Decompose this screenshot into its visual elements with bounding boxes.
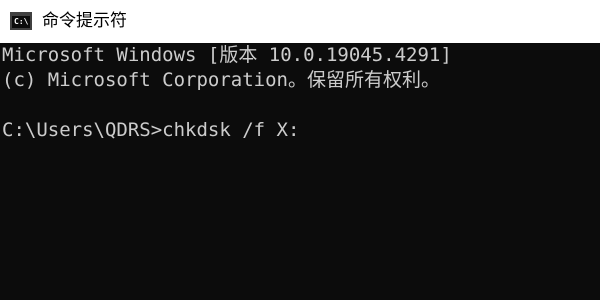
console-line-copyright: (c) Microsoft Corporation。保留所有权利。 bbox=[2, 69, 440, 91]
console-line-version: Microsoft Windows [版本 10.0.19045.4291] bbox=[2, 44, 452, 66]
console-output[interactable]: Microsoft Windows [版本 10.0.19045.4291] (… bbox=[0, 43, 600, 300]
command-prompt-window: C:\ 命令提示符 Microsoft Windows [版本 10.0.190… bbox=[0, 0, 600, 300]
icon-prompt-glyph: C:\ bbox=[14, 17, 29, 26]
window-title: 命令提示符 bbox=[42, 11, 127, 31]
command-prompt-icon[interactable]: C:\ bbox=[10, 12, 32, 30]
console-line-command[interactable]: C:\Users\QDRS>chkdsk /f X: bbox=[2, 118, 600, 143]
title-bar[interactable]: C:\ 命令提示符 bbox=[0, 0, 600, 43]
